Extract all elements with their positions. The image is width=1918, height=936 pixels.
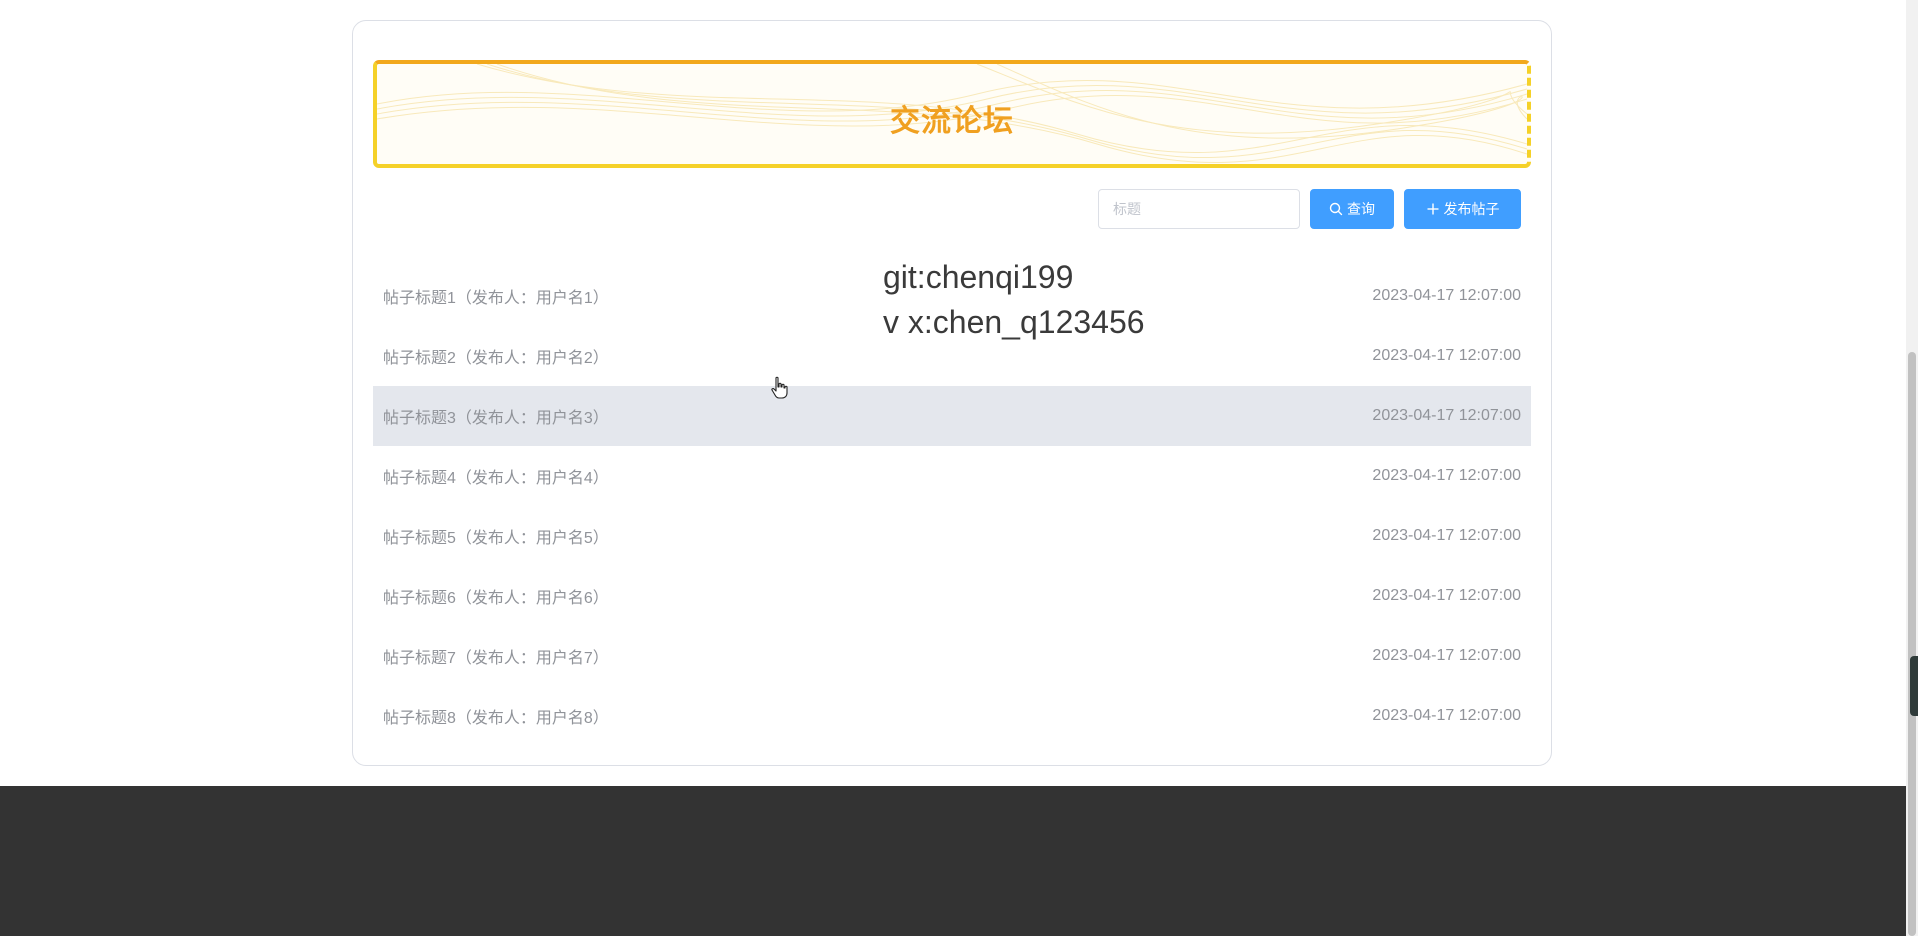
post-row[interactable]: 帖子标题5（发布人：用户名5） 2023-04-17 12:07:00 — [373, 506, 1531, 566]
post-time: 2023-04-17 12:07:00 — [1372, 587, 1521, 604]
plus-icon — [1427, 203, 1438, 215]
query-button-label: 查询 — [1347, 201, 1375, 217]
post-title: 帖子标题1（发布人：用户名1） — [383, 290, 609, 307]
post-list: 帖子标题1（发布人：用户名1） 2023-04-17 12:07:00 帖子标题… — [373, 266, 1531, 746]
post-title: 帖子标题7（发布人：用户名7） — [383, 650, 609, 667]
search-icon — [1329, 202, 1343, 216]
post-title: 帖子标题5（发布人：用户名5） — [383, 530, 609, 547]
query-button[interactable]: 查询 — [1310, 189, 1394, 229]
post-time: 2023-04-17 12:07:00 — [1372, 707, 1521, 724]
post-row[interactable]: 帖子标题8（发布人：用户名8） 2023-04-17 12:07:00 — [373, 686, 1531, 746]
post-time: 2023-04-17 12:07:00 — [1372, 467, 1521, 484]
post-time: 2023-04-17 12:07:00 — [1372, 287, 1521, 304]
scrollbar-thumb[interactable] — [1908, 352, 1916, 936]
page-title: 交流论坛 — [890, 105, 1014, 138]
post-row[interactable]: 帖子标题6（发布人：用户名6） 2023-04-17 12:07:00 — [373, 566, 1531, 626]
post-row[interactable]: 帖子标题4（发布人：用户名4） 2023-04-17 12:07:00 — [373, 446, 1531, 506]
post-time: 2023-04-17 12:07:00 — [1372, 527, 1521, 544]
post-title: 帖子标题4（发布人：用户名4） — [383, 470, 609, 487]
post-title: 帖子标题2（发布人：用户名2） — [383, 350, 609, 367]
post-row[interactable]: 帖子标题3（发布人：用户名3） 2023-04-17 12:07:00 — [373, 386, 1531, 446]
hand-cursor-icon — [771, 376, 788, 399]
publish-post-button[interactable]: 发布帖子 — [1404, 189, 1521, 229]
post-title: 帖子标题8（发布人：用户名8） — [383, 710, 609, 727]
post-title: 帖子标题6（发布人：用户名6） — [383, 590, 609, 607]
post-title: 帖子标题3（发布人：用户名3） — [383, 410, 609, 427]
page-footer — [0, 786, 1906, 936]
post-row[interactable]: 帖子标题2（发布人：用户名2） 2023-04-17 12:07:00 — [373, 326, 1531, 386]
post-time: 2023-04-17 12:07:00 — [1372, 347, 1521, 364]
side-widget[interactable] — [1910, 656, 1918, 716]
forum-banner: 交流论坛 — [373, 60, 1531, 168]
page: 交流论坛 查询 发布帖子 帖子标题1（发布人：用户名1） 2023-04-17 … — [0, 0, 1918, 936]
post-row[interactable]: 帖子标题1（发布人：用户名1） 2023-04-17 12:07:00 — [373, 266, 1531, 326]
post-row[interactable]: 帖子标题7（发布人：用户名7） 2023-04-17 12:07:00 — [373, 626, 1531, 686]
post-time: 2023-04-17 12:07:00 — [1372, 407, 1521, 424]
publish-button-label: 发布帖子 — [1443, 201, 1500, 217]
post-time: 2023-04-17 12:07:00 — [1372, 647, 1521, 664]
search-input[interactable] — [1098, 189, 1300, 229]
